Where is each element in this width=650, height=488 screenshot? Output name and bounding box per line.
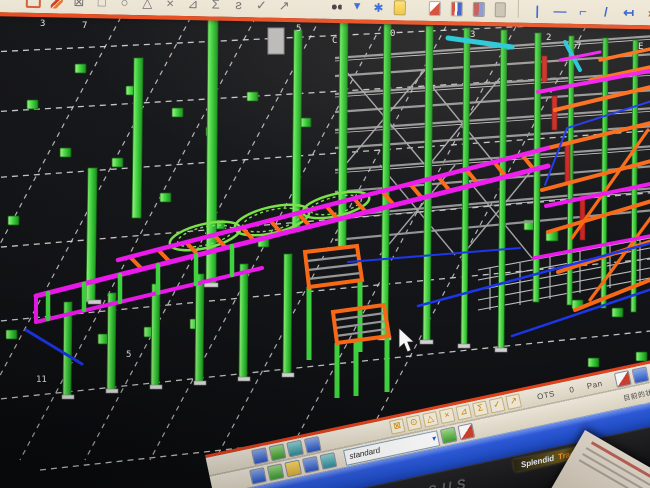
toolbar-separator: [518, 0, 519, 18]
grid-label: 2: [546, 33, 551, 43]
grid-label: 5: [126, 350, 131, 360]
select-assembly-icon[interactable]: [284, 460, 302, 478]
snap-midpoint-icon[interactable]: △: [422, 411, 439, 428]
phase-note: 目前的状态 1: [622, 384, 650, 403]
select-objects-icon[interactable]: [249, 467, 267, 485]
view-corner-icon[interactable]: ⌐: [576, 3, 589, 19]
spline-icon[interactable]: ƨ: [232, 0, 245, 12]
snap-free-icon[interactable]: ⊠: [72, 0, 85, 9]
select-components-icon[interactable]: [267, 463, 285, 481]
view-beam-icon[interactable]: —: [553, 2, 566, 18]
snap-confirm-icon[interactable]: ✓: [489, 397, 506, 414]
grid-label: 0: [390, 29, 395, 39]
grid-label: C: [332, 36, 337, 46]
find-icon[interactable]: [330, 0, 342, 14]
intersection-point-icon[interactable]: ×: [164, 0, 177, 11]
snap-intersect-icon[interactable]: ×: [439, 407, 456, 424]
view-anchor-icon[interactable]: ↤: [622, 4, 635, 20]
conveyor-base-plates: [62, 373, 294, 399]
sum-icon[interactable]: Σ: [209, 0, 222, 12]
filter-apply-icon[interactable]: [440, 426, 458, 444]
phase-icon[interactable]: [472, 2, 484, 17]
conveyor-support-columns: [63, 254, 292, 396]
pan-tool-icon[interactable]: [269, 443, 287, 461]
perpendicular-icon[interactable]: ⊿: [186, 0, 199, 11]
clipped-tool-icon[interactable]: [26, 0, 42, 8]
draw-rectangle-icon[interactable]: □: [95, 0, 108, 9]
grid-label: 3: [40, 19, 45, 29]
gray-stub-column: [268, 28, 284, 54]
green-fittings: [6, 64, 647, 367]
draw-circle-icon[interactable]: ○: [118, 0, 131, 10]
arrow-ne-icon[interactable]: ↗: [278, 0, 291, 13]
selection-filter-value: standard: [349, 446, 381, 461]
snap-center-icon[interactable]: ⊙: [406, 415, 423, 432]
zoom-tool-icon[interactable]: [304, 435, 322, 453]
weld-tool-icon[interactable]: [51, 0, 63, 9]
snap-any-icon[interactable]: ⊠: [389, 418, 406, 435]
grid-label: E: [638, 42, 643, 52]
plane-depth-icon[interactable]: [631, 366, 649, 384]
select-tool-icon[interactable]: [251, 447, 269, 465]
grid-label: 3: [470, 30, 475, 40]
check-icon[interactable]: ✓: [255, 0, 268, 13]
grid-label: 5: [296, 24, 301, 34]
draw-triangle-icon[interactable]: △: [141, 0, 154, 10]
snap-perp-icon[interactable]: ⊿: [455, 404, 472, 421]
filter-clear-icon[interactable]: [457, 423, 475, 441]
status-ots: OTS: [536, 389, 555, 402]
select-grid-icon[interactable]: [320, 452, 338, 470]
snap-sum-icon[interactable]: Σ: [472, 400, 489, 417]
select-points-icon[interactable]: [302, 456, 320, 474]
snap-extend-icon[interactable]: ↗: [505, 393, 522, 410]
orange-platforms: [305, 246, 389, 398]
grid-label: 11: [36, 375, 47, 385]
asus-logo: ASUS: [412, 474, 471, 488]
monitor-photo: 3 7 5 C 0 3 2 7 E 11 5 ⊠ □ ○ △ × ⊿ Σ ƨ: [0, 0, 650, 488]
sticker-splendid-label: Splendid: [520, 453, 555, 469]
mouse-cursor-icon: [399, 328, 414, 352]
view-line-icon[interactable]: |: [531, 2, 544, 18]
note-icon[interactable]: [394, 0, 406, 15]
view-diagonal-icon[interactable]: /: [599, 3, 612, 19]
blank-tool-icon[interactable]: [494, 2, 506, 17]
filter-icon[interactable]: ▼: [351, 0, 363, 15]
flags-icon[interactable]: [451, 1, 463, 16]
plane-color-icon[interactable]: [613, 370, 631, 388]
grid-label: 7: [576, 42, 581, 52]
status-mode: Pan: [586, 378, 603, 390]
rotate-tool-icon[interactable]: [286, 439, 304, 457]
status-count: 0: [568, 384, 575, 394]
snap-points-icon[interactable]: ✱: [373, 0, 385, 15]
grid-label: 7: [82, 21, 87, 31]
marker-icon[interactable]: [429, 1, 441, 16]
platform-infill: [307, 255, 387, 336]
fast-forward-icon[interactable]: »: [645, 4, 650, 20]
